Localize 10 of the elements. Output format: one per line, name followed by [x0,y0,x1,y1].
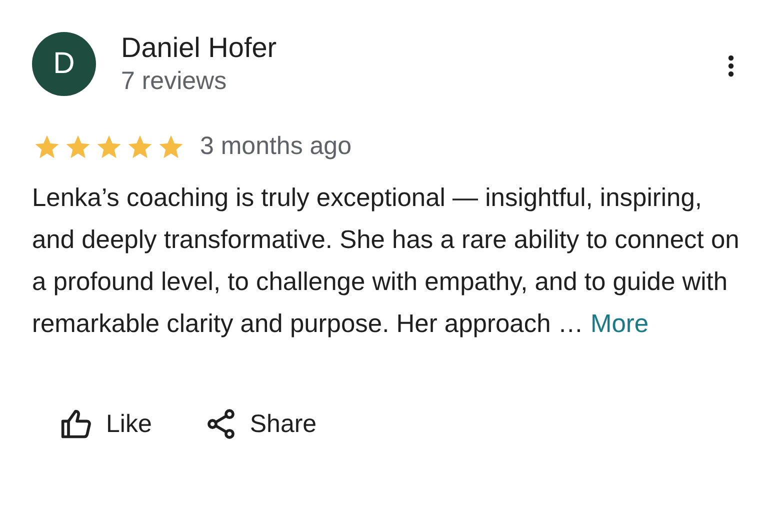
review-time: 3 months ago [200,132,352,161]
share-button[interactable]: Share [200,403,321,445]
avatar[interactable]: D [32,32,96,96]
review-text: Lenka’s coaching is truly exceptional — insightful, inspiring, and deeply transformative. She has a rare ability to connect on a profound level, to challenge with empathy, and to guide with remarkable clarity and purpose. Her approach … More [32,183,740,340]
more-options-icon[interactable] [728,54,734,78]
thumbs-up-icon [60,407,94,441]
more-link[interactable]: More [590,310,649,338]
reviewer-name[interactable]: Daniel Hofer [121,32,277,64]
review-count: 7 reviews [121,66,228,96]
like-button[interactable]: Like [56,403,156,445]
